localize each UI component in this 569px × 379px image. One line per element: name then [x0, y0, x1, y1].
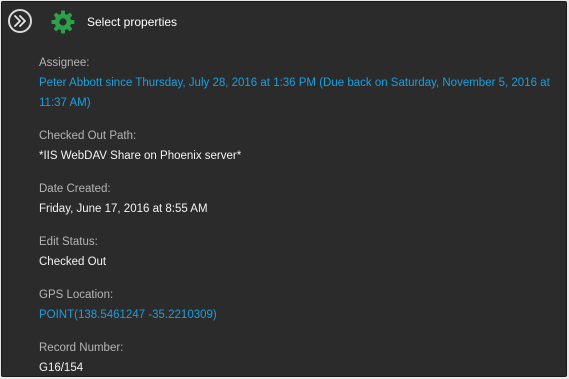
property-label: GPS Location:: [39, 289, 114, 301]
property-checked-out-path: Checked Out Path: *IIS WebDAV Share on P…: [39, 129, 559, 166]
property-record-number: Record Number: G16/154: [39, 341, 559, 376]
panel-header: Select properties: [2, 2, 566, 42]
property-gps-location: GPS Location: POINT(138.5461247 -35.2210…: [39, 288, 559, 325]
expand-panel-button[interactable]: [8, 9, 32, 33]
property-label: Assignee:: [39, 57, 90, 69]
property-value: G16/154: [39, 362, 84, 374]
property-value: Friday, June 17, 2016 at 8:55 AM: [39, 203, 208, 215]
double-chevron-right-icon: [14, 15, 26, 27]
property-date-created: Date Created: Friday, June 17, 2016 at 8…: [39, 182, 559, 219]
gps-location-link[interactable]: POINT(138.5461247 -35.2210309): [39, 305, 559, 325]
property-edit-status: Edit Status: Checked Out: [39, 235, 559, 272]
property-label: Checked Out Path:: [39, 130, 137, 142]
property-label: Date Created:: [39, 183, 111, 195]
property-label: Edit Status:: [39, 236, 98, 248]
gear-icon[interactable]: [51, 10, 75, 34]
assignee-link[interactable]: Peter Abbott since Thursday, July 28, 20…: [39, 73, 559, 113]
property-value: *IIS WebDAV Share on Phoenix server*: [39, 150, 242, 162]
properties-panel: Select properties Assignee: Peter Abbott…: [1, 1, 567, 377]
property-assignee: Assignee: Peter Abbott since Thursday, J…: [39, 56, 559, 113]
property-value: Checked Out: [39, 256, 107, 268]
panel-title: Select properties: [87, 15, 178, 29]
property-label: Record Number:: [39, 342, 124, 354]
